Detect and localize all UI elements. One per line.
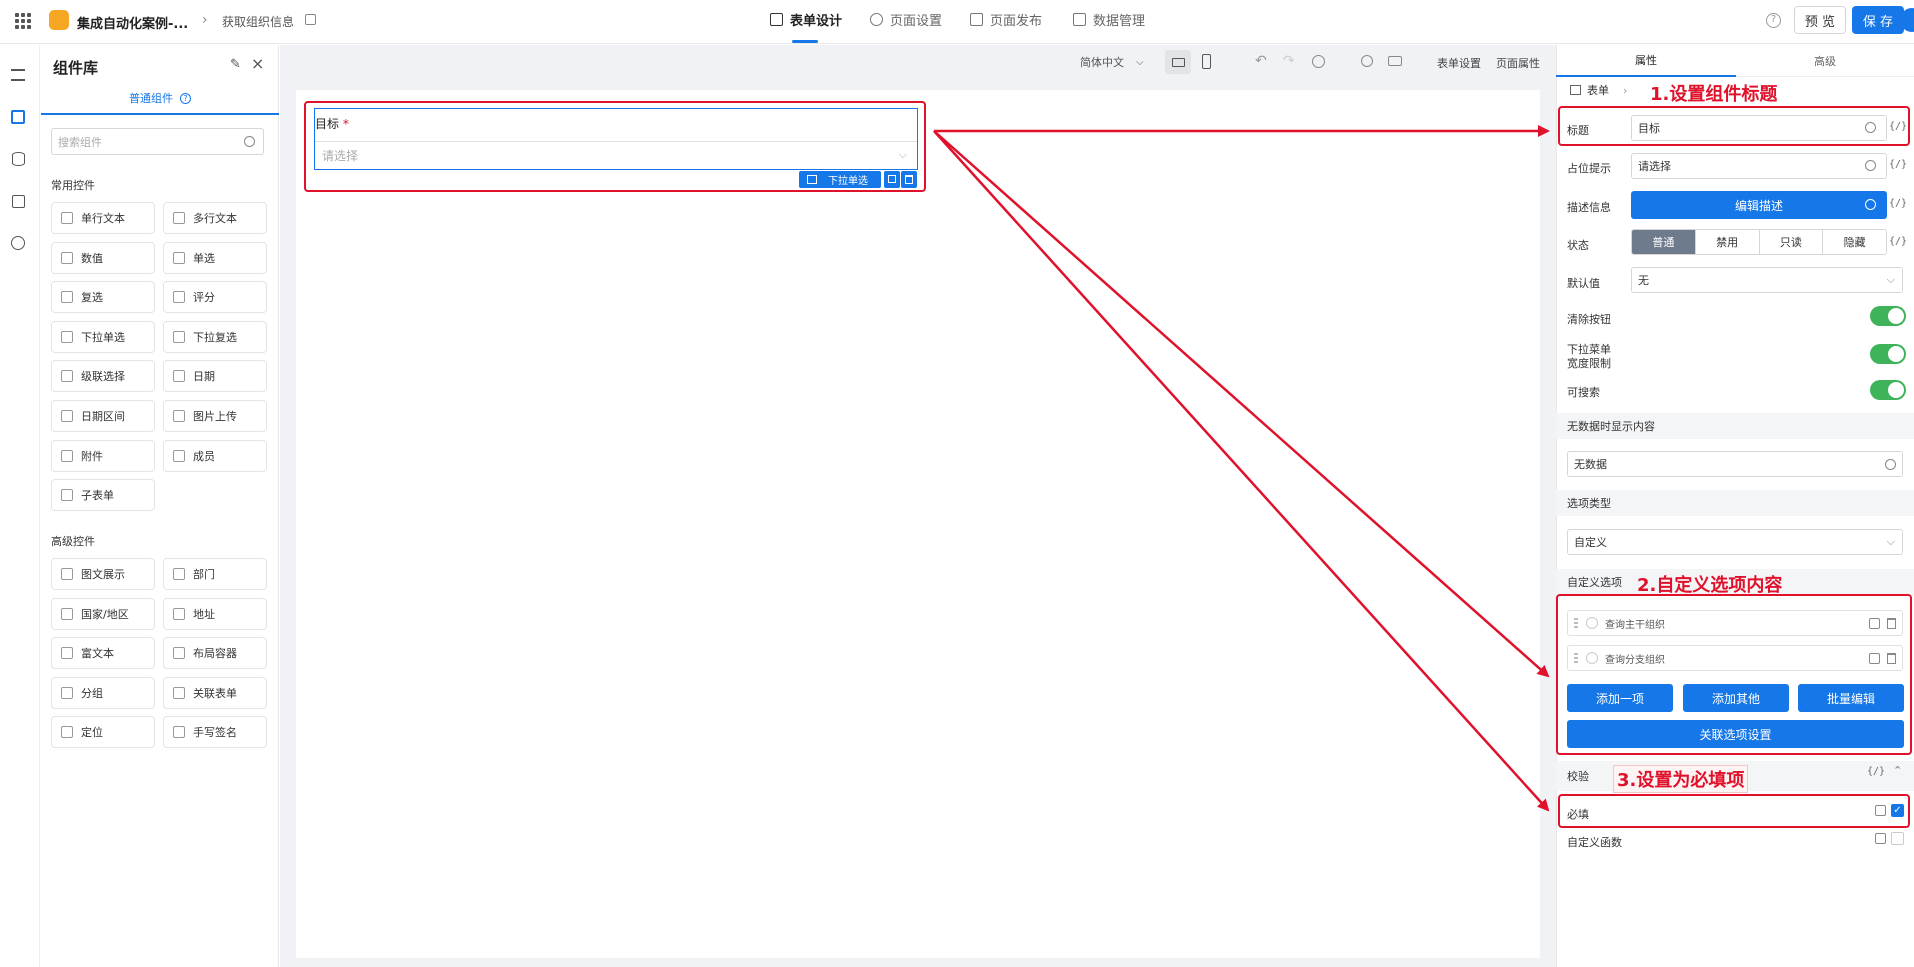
- arrow-to-required: [933, 130, 1550, 812]
- arrow-to-options: [933, 130, 1550, 678]
- annotation-arrows: [933, 125, 1550, 812]
